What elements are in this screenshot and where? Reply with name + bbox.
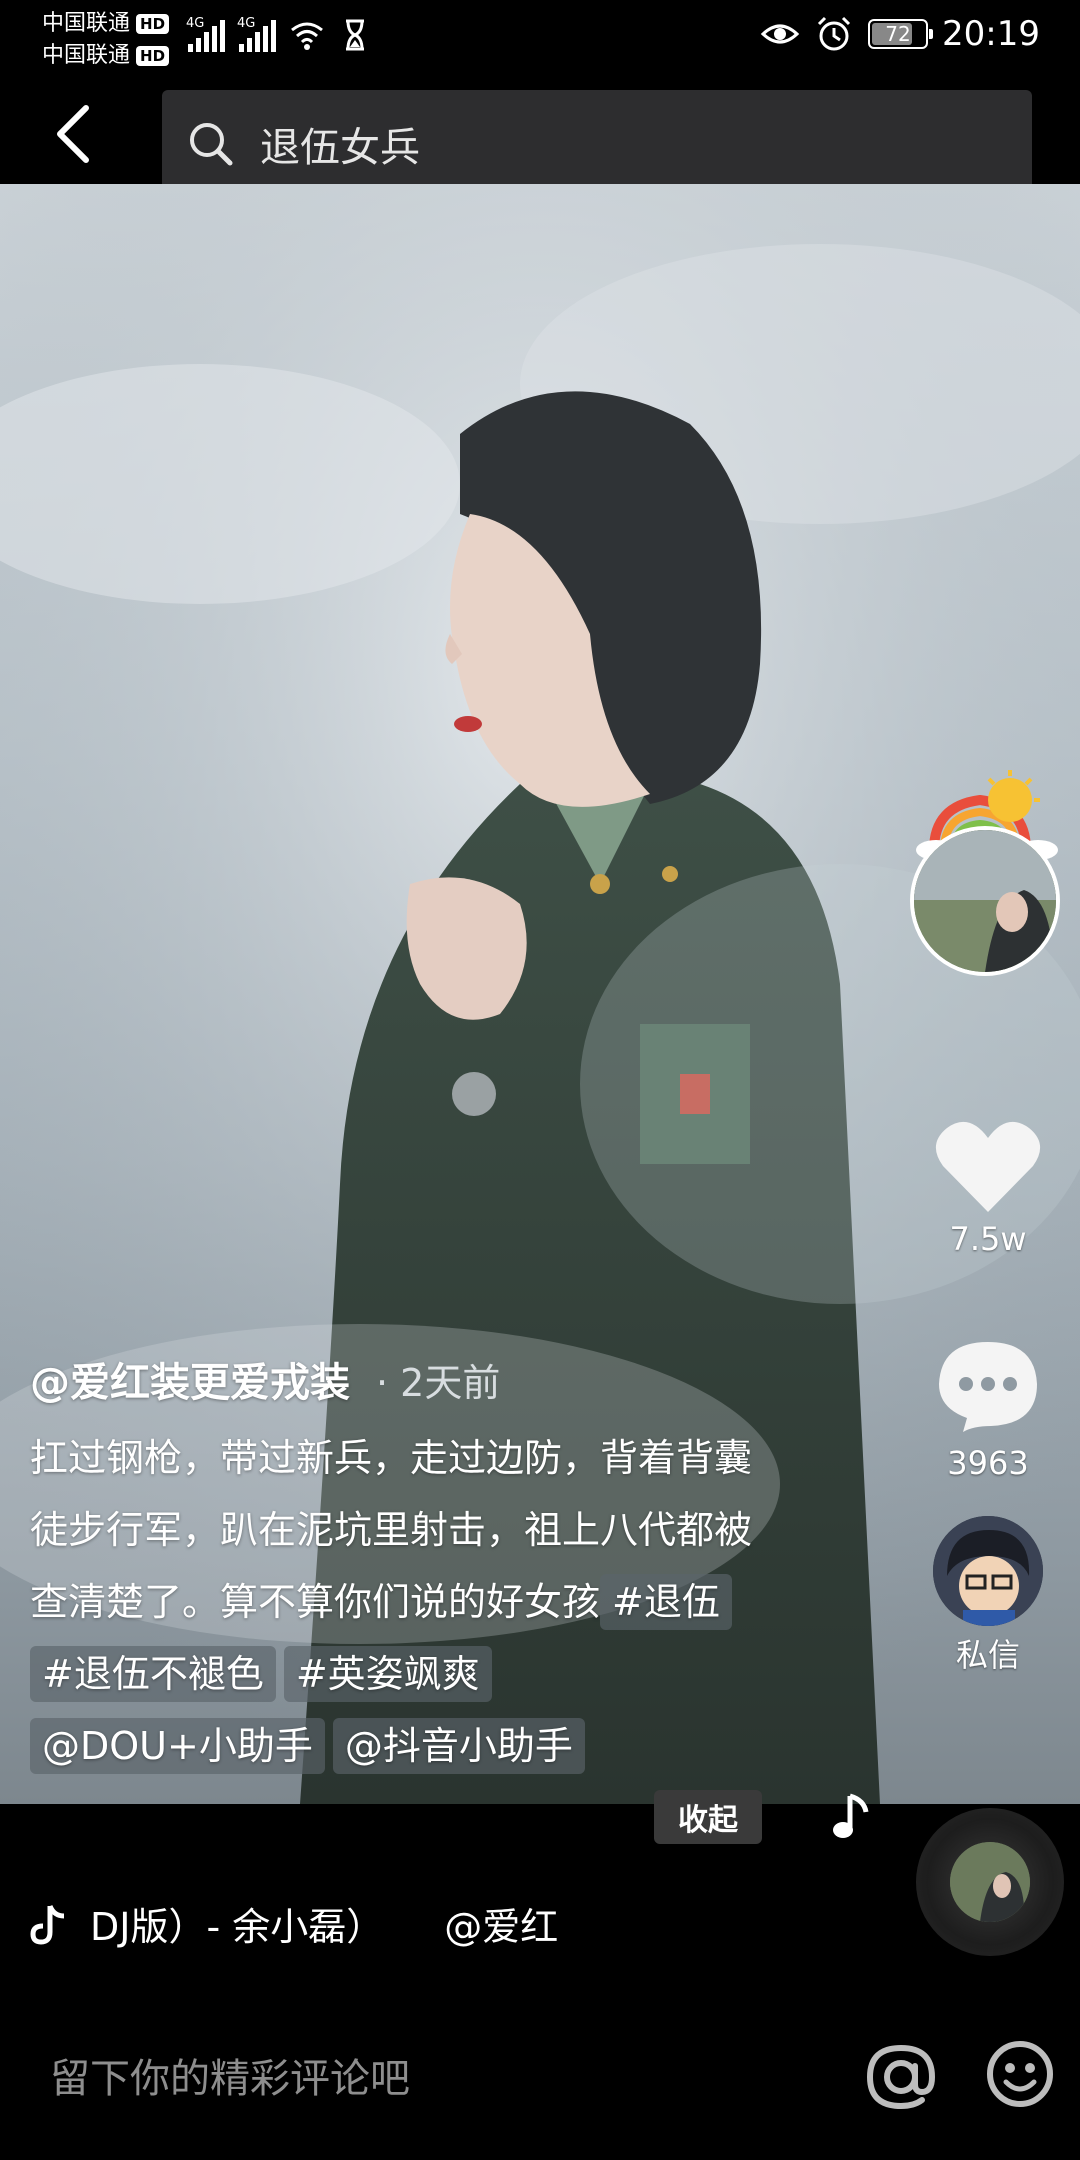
mention[interactable]: @抖音小助手 xyxy=(332,1718,585,1774)
alarm-icon xyxy=(817,16,851,51)
music-info[interactable]: DJ版）- 余小磊） @爱红 xyxy=(30,1896,590,1951)
comment-bar: 留下你的精彩评论吧 xyxy=(0,2010,1080,2140)
music-note-icon xyxy=(833,1793,869,1838)
network-type-label: 4G xyxy=(186,16,205,31)
search-query: 退伍女兵 xyxy=(260,125,420,171)
post-time: · 2天前 xyxy=(376,1361,501,1405)
caption-text: 扛过钢枪，带过新兵，走过边防，背着背囊徒步行军，趴在泥坑里射击，祖上八代都被查清… xyxy=(30,1422,770,1782)
like-button[interactable]: 7.5w xyxy=(920,1116,1056,1258)
cell-signal-icon: 4G xyxy=(186,16,225,52)
battery-level: 72 xyxy=(885,22,911,46)
collapse-button[interactable]: 收起 xyxy=(654,1790,762,1844)
clock: 20:19 xyxy=(942,14,1040,54)
hourglass-icon xyxy=(346,19,364,51)
video-caption: @爱红装更爱戎装 · 2天前 扛过钢枪，带过新兵，走过边防，背着背囊徒步行军，趴… xyxy=(30,1350,770,1782)
music-disc-button[interactable] xyxy=(916,1808,1064,1956)
comment-count: 3963 xyxy=(947,1444,1029,1482)
creator-avatar-button[interactable] xyxy=(906,766,1066,986)
hashtag[interactable]: #退伍不褪色 xyxy=(30,1646,276,1702)
battery-indicator: 72 xyxy=(868,19,934,49)
network-type-label: 4G xyxy=(237,16,256,31)
dm-label: 私信 xyxy=(955,1636,1020,1674)
wifi-icon xyxy=(291,22,323,50)
mention[interactable]: @DOU+小助手 xyxy=(30,1718,325,1774)
emoji-icon[interactable] xyxy=(986,2040,1054,2108)
comment-icon xyxy=(939,1342,1037,1432)
status-right: 72 20:19 xyxy=(760,14,1040,54)
signal-icons: 4G 4G xyxy=(186,16,372,52)
author-row: @爱红装更爱戎装 · 2天前 xyxy=(30,1350,770,1408)
cell-signal-icon: 4G xyxy=(237,16,276,52)
comment-button[interactable]: 3963 xyxy=(920,1336,1056,1482)
hashtag[interactable]: #英姿飒爽 xyxy=(283,1646,492,1702)
direct-message-button[interactable]: 私信 xyxy=(920,1516,1056,1676)
at-mention-icon[interactable] xyxy=(864,2040,938,2114)
music-title: DJ版）- 余小磊） xyxy=(90,1905,385,1949)
carrier-name: 中国联通 xyxy=(42,11,131,36)
hd-badge: HD xyxy=(136,14,170,34)
search-input[interactable]: 退伍女兵 xyxy=(162,90,1032,198)
search-header: 退伍女兵 xyxy=(0,84,1080,198)
carrier-name: 中国联通 xyxy=(42,43,131,68)
hashtag[interactable]: #退伍 xyxy=(600,1574,732,1630)
eye-comfort-icon xyxy=(760,24,800,44)
heart-icon xyxy=(935,1121,1041,1212)
music-cover xyxy=(950,1842,1030,1922)
dm-avatar xyxy=(933,1516,1043,1626)
back-arrow-icon[interactable] xyxy=(46,102,106,166)
music-author: @爱红 xyxy=(444,1905,559,1949)
carrier-info: 中国联通 HD 中国联通 HD xyxy=(42,8,170,72)
author-name[interactable]: @爱红装更爱戎装 xyxy=(30,1350,350,1408)
status-bar: 中国联通 HD 中国联通 HD 4G 4G 72 20:19 xyxy=(0,0,1080,84)
like-count: 7.5w xyxy=(949,1220,1027,1258)
search-icon xyxy=(190,123,233,166)
comment-input[interactable]: 留下你的精彩评论吧 xyxy=(50,2046,410,2104)
tiktok-icon xyxy=(30,1904,65,1945)
hd-badge: HD xyxy=(136,46,170,66)
avatar xyxy=(910,826,1060,976)
